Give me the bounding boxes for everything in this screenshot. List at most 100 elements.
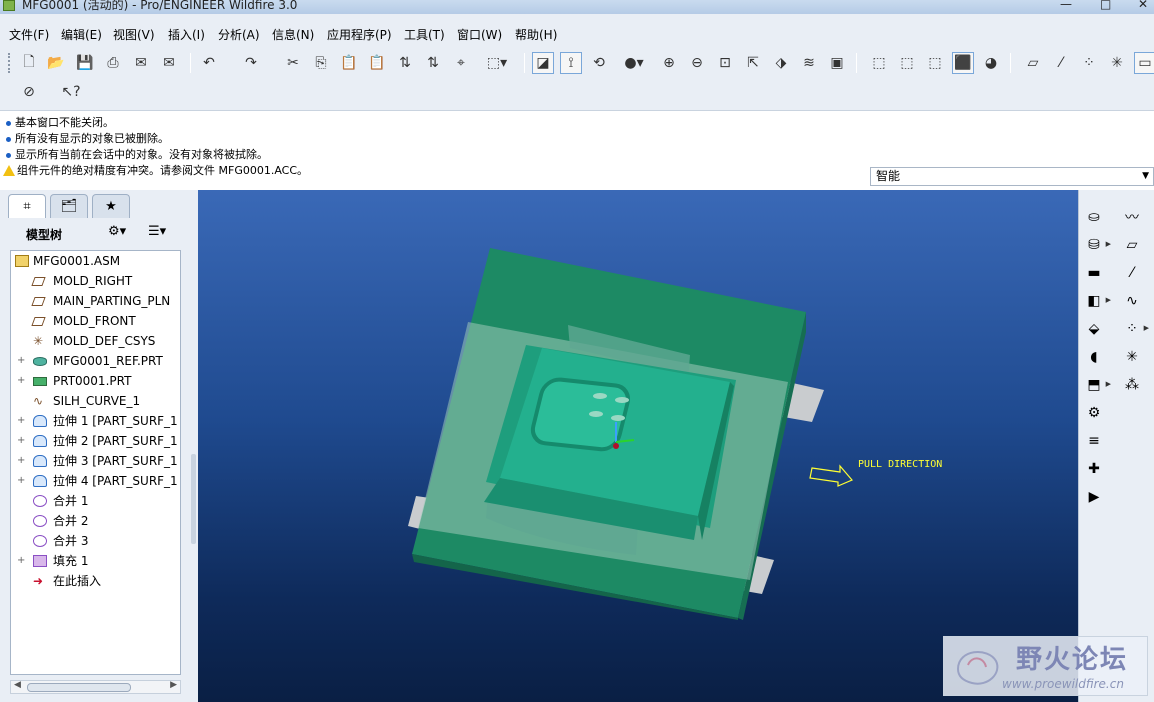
appearance-icon[interactable]: ●▾: [616, 52, 652, 74]
close-icon[interactable]: ✕: [1138, 0, 1148, 11]
enhanced-realism-icon[interactable]: ◕: [980, 52, 1002, 74]
maximize-icon[interactable]: □: [1100, 0, 1111, 11]
mold-base-icon[interactable]: ⬒ ▶: [1083, 374, 1111, 396]
analysis-point-icon[interactable]: ⁂: [1121, 374, 1143, 396]
cut-icon[interactable]: ✂: [282, 52, 304, 74]
expand-icon[interactable]: +: [17, 431, 25, 451]
graphics-window[interactable]: PULL DIRECTION: [198, 190, 1078, 702]
expand-icon[interactable]: +: [17, 451, 25, 471]
sketch-icon[interactable]: 〰: [1121, 206, 1143, 228]
save-icon[interactable]: 💾: [74, 52, 96, 74]
scrollbar-thumb[interactable]: [27, 683, 131, 692]
selection-filter-dropdown[interactable]: 智能 ▼: [870, 167, 1154, 186]
menu-analysis[interactable]: 分析(A): [218, 26, 260, 43]
menu-file[interactable]: 文件(F): [9, 26, 49, 43]
layers-icon[interactable]: ≋: [798, 52, 820, 74]
toolbar-separator: [1010, 53, 1011, 73]
menu-insert[interactable]: 插入(I): [168, 26, 205, 43]
minimize-icon[interactable]: —: [1060, 0, 1072, 11]
menu-window[interactable]: 窗口(W): [457, 26, 502, 43]
scroll-right-icon[interactable]: ▶: [170, 680, 177, 690]
spin-center-icon[interactable]: ⟟: [560, 52, 582, 74]
email-icon[interactable]: ✉: [130, 52, 152, 74]
shell-tool-icon[interactable]: ◖: [1083, 346, 1105, 368]
tree-horizontal-scrollbar[interactable]: ◀ ▶: [10, 680, 181, 694]
parting-surface-icon[interactable]: ▬: [1083, 262, 1105, 284]
saved-views-icon[interactable]: ⬗: [770, 52, 792, 74]
expand-icon[interactable]: +: [17, 411, 25, 431]
expand-icon[interactable]: +: [17, 471, 25, 491]
undo-icon[interactable]: ↶: [198, 52, 220, 74]
repaint-icon[interactable]: ◪: [532, 52, 554, 74]
view-manager-icon[interactable]: ▣: [826, 52, 848, 74]
orient-mode-icon[interactable]: ⟲: [588, 52, 610, 74]
datum-plane-tool-icon[interactable]: ▱: [1121, 234, 1143, 256]
tab-favorites[interactable]: ★: [92, 194, 130, 218]
menu-view[interactable]: 视图(V): [113, 26, 155, 43]
print-icon[interactable]: ⎙: [102, 52, 124, 74]
silhouette-curve-icon[interactable]: ⛁ ▶: [1083, 234, 1111, 256]
hide-icon[interactable]: ⊘: [18, 81, 40, 103]
extrude-surface-icon: [33, 415, 47, 427]
paste-special-icon[interactable]: 📋: [366, 52, 388, 74]
wireframe-icon[interactable]: ⬚: [868, 52, 890, 74]
copy-icon[interactable]: ⎘: [310, 52, 332, 74]
tree-item-label: MOLD_FRONT: [53, 314, 136, 328]
scroll-left-icon[interactable]: ◀: [14, 680, 21, 690]
annotation-display-icon[interactable]: ▭: [1134, 52, 1154, 74]
splitter-thumb[interactable]: [191, 454, 196, 544]
settings-icon[interactable]: ⚙▾: [108, 224, 126, 239]
datum-point-tool-icon[interactable]: ⁘ ▶: [1121, 318, 1149, 340]
point-display-icon[interactable]: ⁘: [1078, 52, 1100, 74]
menu-tools[interactable]: 工具(T): [404, 26, 445, 43]
plane-display-icon[interactable]: ▱: [1022, 52, 1044, 74]
csys-tool-icon[interactable]: ✳: [1121, 346, 1143, 368]
redo-icon[interactable]: ↷: [240, 52, 262, 74]
expand-icon[interactable]: +: [17, 371, 25, 391]
favorites-icon: ★: [105, 199, 117, 214]
axis-display-icon[interactable]: ⁄: [1050, 52, 1072, 74]
datum-plane-icon: [31, 317, 46, 326]
zoom-in-icon[interactable]: ⊕: [658, 52, 680, 74]
find-icon[interactable]: ⌖: [450, 52, 472, 74]
regenerate-icon[interactable]: ⇅: [394, 52, 416, 74]
expand-icon[interactable]: +: [17, 551, 25, 571]
regen-manager-icon[interactable]: ⇅: [422, 52, 444, 74]
show-menu-icon[interactable]: ☰▾: [148, 224, 166, 239]
reorient-icon[interactable]: ⇱: [742, 52, 764, 74]
cavity-layout-icon[interactable]: ⚙: [1083, 402, 1105, 424]
expand-icon[interactable]: +: [17, 351, 25, 371]
no-hidden-icon[interactable]: ⬚: [924, 52, 946, 74]
mold-opening-icon[interactable]: ≡: [1083, 430, 1105, 452]
paste-icon[interactable]: 📋: [338, 52, 360, 74]
tab-folder-browser[interactable]: 🗂: [50, 194, 88, 218]
curve-icon: ∿: [33, 394, 44, 408]
menu-help[interactable]: 帮助(H): [515, 26, 557, 43]
selection-box-icon[interactable]: ⬚▾: [478, 52, 516, 74]
menu-edit[interactable]: 编辑(E): [61, 26, 102, 43]
shading-icon[interactable]: ⬛: [952, 52, 974, 74]
extrude-tool-icon[interactable]: ◧ ▶: [1083, 290, 1111, 312]
refit-icon[interactable]: ⊡: [714, 52, 736, 74]
open-file-icon[interactable]: 📂: [45, 52, 67, 74]
extrude-surface-icon: [33, 435, 47, 447]
merge-icon: [33, 515, 47, 527]
mold-volume-icon[interactable]: ⛀: [1083, 206, 1105, 228]
tab-model-tree[interactable]: ⌗: [8, 194, 46, 218]
zoom-out-icon[interactable]: ⊖: [686, 52, 708, 74]
menu-applications[interactable]: 应用程序(P): [327, 26, 392, 43]
datum-axis-tool-icon[interactable]: ⁄: [1121, 262, 1143, 284]
split-tool-icon[interactable]: ⬙: [1083, 318, 1105, 340]
context-help-icon[interactable]: ↖?: [60, 81, 82, 103]
tree-item-label: 在此插入: [53, 574, 102, 588]
new-file-icon[interactable]: 🗋: [18, 52, 40, 74]
runner-icon[interactable]: ✚: [1083, 458, 1105, 480]
csys-display-icon[interactable]: ✳: [1106, 52, 1128, 74]
datum-curve-tool-icon[interactable]: ∿: [1121, 290, 1143, 312]
menu-info[interactable]: 信息(N): [272, 26, 314, 43]
mold-simulation-icon[interactable]: ▶: [1083, 486, 1105, 508]
tree-item-label: MAIN_PARTING_PLN: [53, 294, 171, 308]
panel-splitter[interactable]: [190, 190, 198, 702]
hidden-line-icon[interactable]: ⬚: [896, 52, 918, 74]
email-link-icon[interactable]: ✉: [158, 52, 180, 74]
